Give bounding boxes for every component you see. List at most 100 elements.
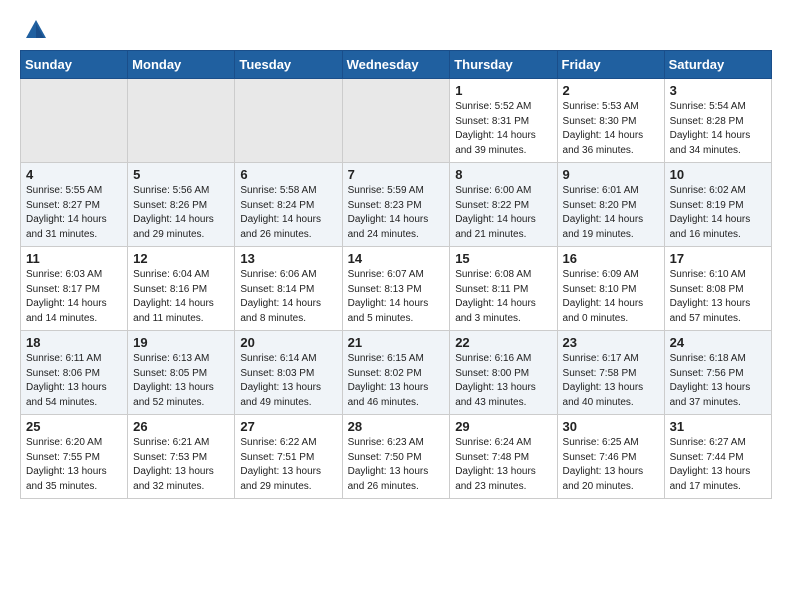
- day-number: 9: [563, 167, 659, 182]
- day-info: Sunrise: 5:58 AMSunset: 8:24 PMDaylight:…: [240, 184, 336, 242]
- logo: [20, 16, 50, 40]
- week-row-4: 18 Sunrise: 6:11 AMSunset: 8:06 PMDayligh…: [21, 331, 772, 415]
- calendar-cell: 27 Sunrise: 6:22 AMSunset: 7:51 PMDayligh…: [235, 415, 342, 499]
- day-info: Sunrise: 6:27 AMSunset: 7:44 PMDaylight:…: [670, 436, 766, 494]
- weekday-header-thursday: Thursday: [450, 51, 557, 79]
- day-number: 20: [240, 335, 336, 350]
- weekday-header-row: SundayMondayTuesdayWednesdayThursdayFrid…: [21, 51, 772, 79]
- calendar-cell: [128, 79, 235, 163]
- header: [20, 16, 772, 40]
- day-info: Sunrise: 6:20 AMSunset: 7:55 PMDaylight:…: [26, 436, 122, 494]
- day-number: 28: [348, 419, 445, 434]
- calendar-cell: 7 Sunrise: 5:59 AMSunset: 8:23 PMDaylight…: [342, 163, 450, 247]
- day-number: 7: [348, 167, 445, 182]
- day-number: 15: [455, 251, 551, 266]
- day-info: Sunrise: 6:01 AMSunset: 8:20 PMDaylight:…: [563, 184, 659, 242]
- calendar-cell: [235, 79, 342, 163]
- day-number: 31: [670, 419, 766, 434]
- day-number: 25: [26, 419, 122, 434]
- day-number: 27: [240, 419, 336, 434]
- day-number: 30: [563, 419, 659, 434]
- day-info: Sunrise: 6:21 AMSunset: 7:53 PMDaylight:…: [133, 436, 229, 494]
- weekday-header-monday: Monday: [128, 51, 235, 79]
- calendar-cell: 20 Sunrise: 6:14 AMSunset: 8:03 PMDayligh…: [235, 331, 342, 415]
- day-info: Sunrise: 6:23 AMSunset: 7:50 PMDaylight:…: [348, 436, 445, 494]
- calendar-cell: 29 Sunrise: 6:24 AMSunset: 7:48 PMDayligh…: [450, 415, 557, 499]
- day-info: Sunrise: 6:16 AMSunset: 8:00 PMDaylight:…: [455, 352, 551, 410]
- day-info: Sunrise: 6:15 AMSunset: 8:02 PMDaylight:…: [348, 352, 445, 410]
- calendar-cell: 26 Sunrise: 6:21 AMSunset: 7:53 PMDayligh…: [128, 415, 235, 499]
- day-number: 18: [26, 335, 122, 350]
- day-info: Sunrise: 6:14 AMSunset: 8:03 PMDaylight:…: [240, 352, 336, 410]
- day-number: 8: [455, 167, 551, 182]
- calendar-cell: 17Sunrise: 6:10 AMSunset: 8:08 PMDayligh…: [664, 247, 771, 331]
- day-info: Sunrise: 5:56 AMSunset: 8:26 PMDaylight:…: [133, 184, 229, 242]
- day-number: 14: [348, 251, 445, 266]
- calendar-cell: 25 Sunrise: 6:20 AMSunset: 7:55 PMDayligh…: [21, 415, 128, 499]
- week-row-3: 11 Sunrise: 6:03 AMSunset: 8:17 PMDayligh…: [21, 247, 772, 331]
- calendar-cell: 11 Sunrise: 6:03 AMSunset: 8:17 PMDayligh…: [21, 247, 128, 331]
- day-number: 29: [455, 419, 551, 434]
- day-number: 16: [563, 251, 659, 266]
- day-info: Sunrise: 6:25 AMSunset: 7:46 PMDaylight:…: [563, 436, 659, 494]
- calendar-cell: 2Sunrise: 5:53 AMSunset: 8:30 PMDaylight…: [557, 79, 664, 163]
- day-info: Sunrise: 6:24 AMSunset: 7:48 PMDaylight:…: [455, 436, 551, 494]
- day-number: 23: [563, 335, 659, 350]
- calendar-cell: 10 Sunrise: 6:02 AMSunset: 8:19 PMDayligh…: [664, 163, 771, 247]
- calendar-cell: 28 Sunrise: 6:23 AMSunset: 7:50 PMDayligh…: [342, 415, 450, 499]
- day-number: 26: [133, 419, 229, 434]
- calendar-cell: 31 Sunrise: 6:27 AMSunset: 7:44 PMDayligh…: [664, 415, 771, 499]
- day-info: Sunrise: 6:11 AMSunset: 8:06 PMDaylight:…: [26, 352, 122, 410]
- week-row-5: 25 Sunrise: 6:20 AMSunset: 7:55 PMDayligh…: [21, 415, 772, 499]
- day-number: 11: [26, 251, 122, 266]
- calendar-cell: 5Sunrise: 5:56 AMSunset: 8:26 PMDaylight…: [128, 163, 235, 247]
- weekday-header-wednesday: Wednesday: [342, 51, 450, 79]
- weekday-header-tuesday: Tuesday: [235, 51, 342, 79]
- week-row-2: 4Sunrise: 5:55 AMSunset: 8:27 PMDaylight…: [21, 163, 772, 247]
- day-number: 24: [670, 335, 766, 350]
- day-number: 12: [133, 251, 229, 266]
- calendar-cell: [21, 79, 128, 163]
- day-info: Sunrise: 6:22 AMSunset: 7:51 PMDaylight:…: [240, 436, 336, 494]
- day-info: Sunrise: 6:13 AMSunset: 8:05 PMDaylight:…: [133, 352, 229, 410]
- calendar-cell: 30 Sunrise: 6:25 AMSunset: 7:46 PMDayligh…: [557, 415, 664, 499]
- calendar-cell: 9 Sunrise: 6:01 AMSunset: 8:20 PMDaylight…: [557, 163, 664, 247]
- day-info: Sunrise: 6:02 AMSunset: 8:19 PMDaylight:…: [670, 184, 766, 242]
- day-number: 17: [670, 251, 766, 266]
- day-info: Sunrise: 5:52 AMSunset: 8:31 PMDaylight:…: [455, 100, 551, 158]
- week-row-1: 1 Sunrise: 5:52 AMSunset: 8:31 PMDaylight…: [21, 79, 772, 163]
- weekday-header-sunday: Sunday: [21, 51, 128, 79]
- calendar-cell: 4Sunrise: 5:55 AMSunset: 8:27 PMDaylight…: [21, 163, 128, 247]
- day-number: 4: [26, 167, 122, 182]
- day-number: 19: [133, 335, 229, 350]
- day-number: 6: [240, 167, 336, 182]
- logo-icon: [22, 16, 50, 44]
- day-info: Sunrise: 5:59 AMSunset: 8:23 PMDaylight:…: [348, 184, 445, 242]
- calendar-cell: 13 Sunrise: 6:06 AMSunset: 8:14 PMDayligh…: [235, 247, 342, 331]
- day-info: Sunrise: 6:18 AMSunset: 7:56 PMDaylight:…: [670, 352, 766, 410]
- calendar-cell: 19 Sunrise: 6:13 AMSunset: 8:05 PMDayligh…: [128, 331, 235, 415]
- day-number: 13: [240, 251, 336, 266]
- day-info: Sunrise: 6:17 AMSunset: 7:58 PMDaylight:…: [563, 352, 659, 410]
- day-info: Sunrise: 5:54 AMSunset: 8:28 PMDaylight:…: [670, 100, 766, 158]
- calendar-cell: 1 Sunrise: 5:52 AMSunset: 8:31 PMDaylight…: [450, 79, 557, 163]
- calendar-cell: 8Sunrise: 6:00 AMSunset: 8:22 PMDaylight…: [450, 163, 557, 247]
- weekday-header-saturday: Saturday: [664, 51, 771, 79]
- day-info: Sunrise: 6:06 AMSunset: 8:14 PMDaylight:…: [240, 268, 336, 326]
- calendar-cell: 16 Sunrise: 6:09 AMSunset: 8:10 PMDayligh…: [557, 247, 664, 331]
- day-info: Sunrise: 6:04 AMSunset: 8:16 PMDaylight:…: [133, 268, 229, 326]
- day-info: Sunrise: 6:09 AMSunset: 8:10 PMDaylight:…: [563, 268, 659, 326]
- calendar: SundayMondayTuesdayWednesdayThursdayFrid…: [20, 50, 772, 499]
- day-number: 21: [348, 335, 445, 350]
- calendar-cell: 3Sunrise: 5:54 AMSunset: 8:28 PMDaylight…: [664, 79, 771, 163]
- page: SundayMondayTuesdayWednesdayThursdayFrid…: [0, 0, 792, 515]
- logo-text: [20, 16, 50, 44]
- day-number: 1: [455, 83, 551, 98]
- day-number: 2: [563, 83, 659, 98]
- calendar-cell: 14 Sunrise: 6:07 AMSunset: 8:13 PMDayligh…: [342, 247, 450, 331]
- day-info: Sunrise: 6:07 AMSunset: 8:13 PMDaylight:…: [348, 268, 445, 326]
- day-info: Sunrise: 6:03 AMSunset: 8:17 PMDaylight:…: [26, 268, 122, 326]
- day-number: 10: [670, 167, 766, 182]
- calendar-cell: 22 Sunrise: 6:16 AMSunset: 8:00 PMDayligh…: [450, 331, 557, 415]
- day-number: 22: [455, 335, 551, 350]
